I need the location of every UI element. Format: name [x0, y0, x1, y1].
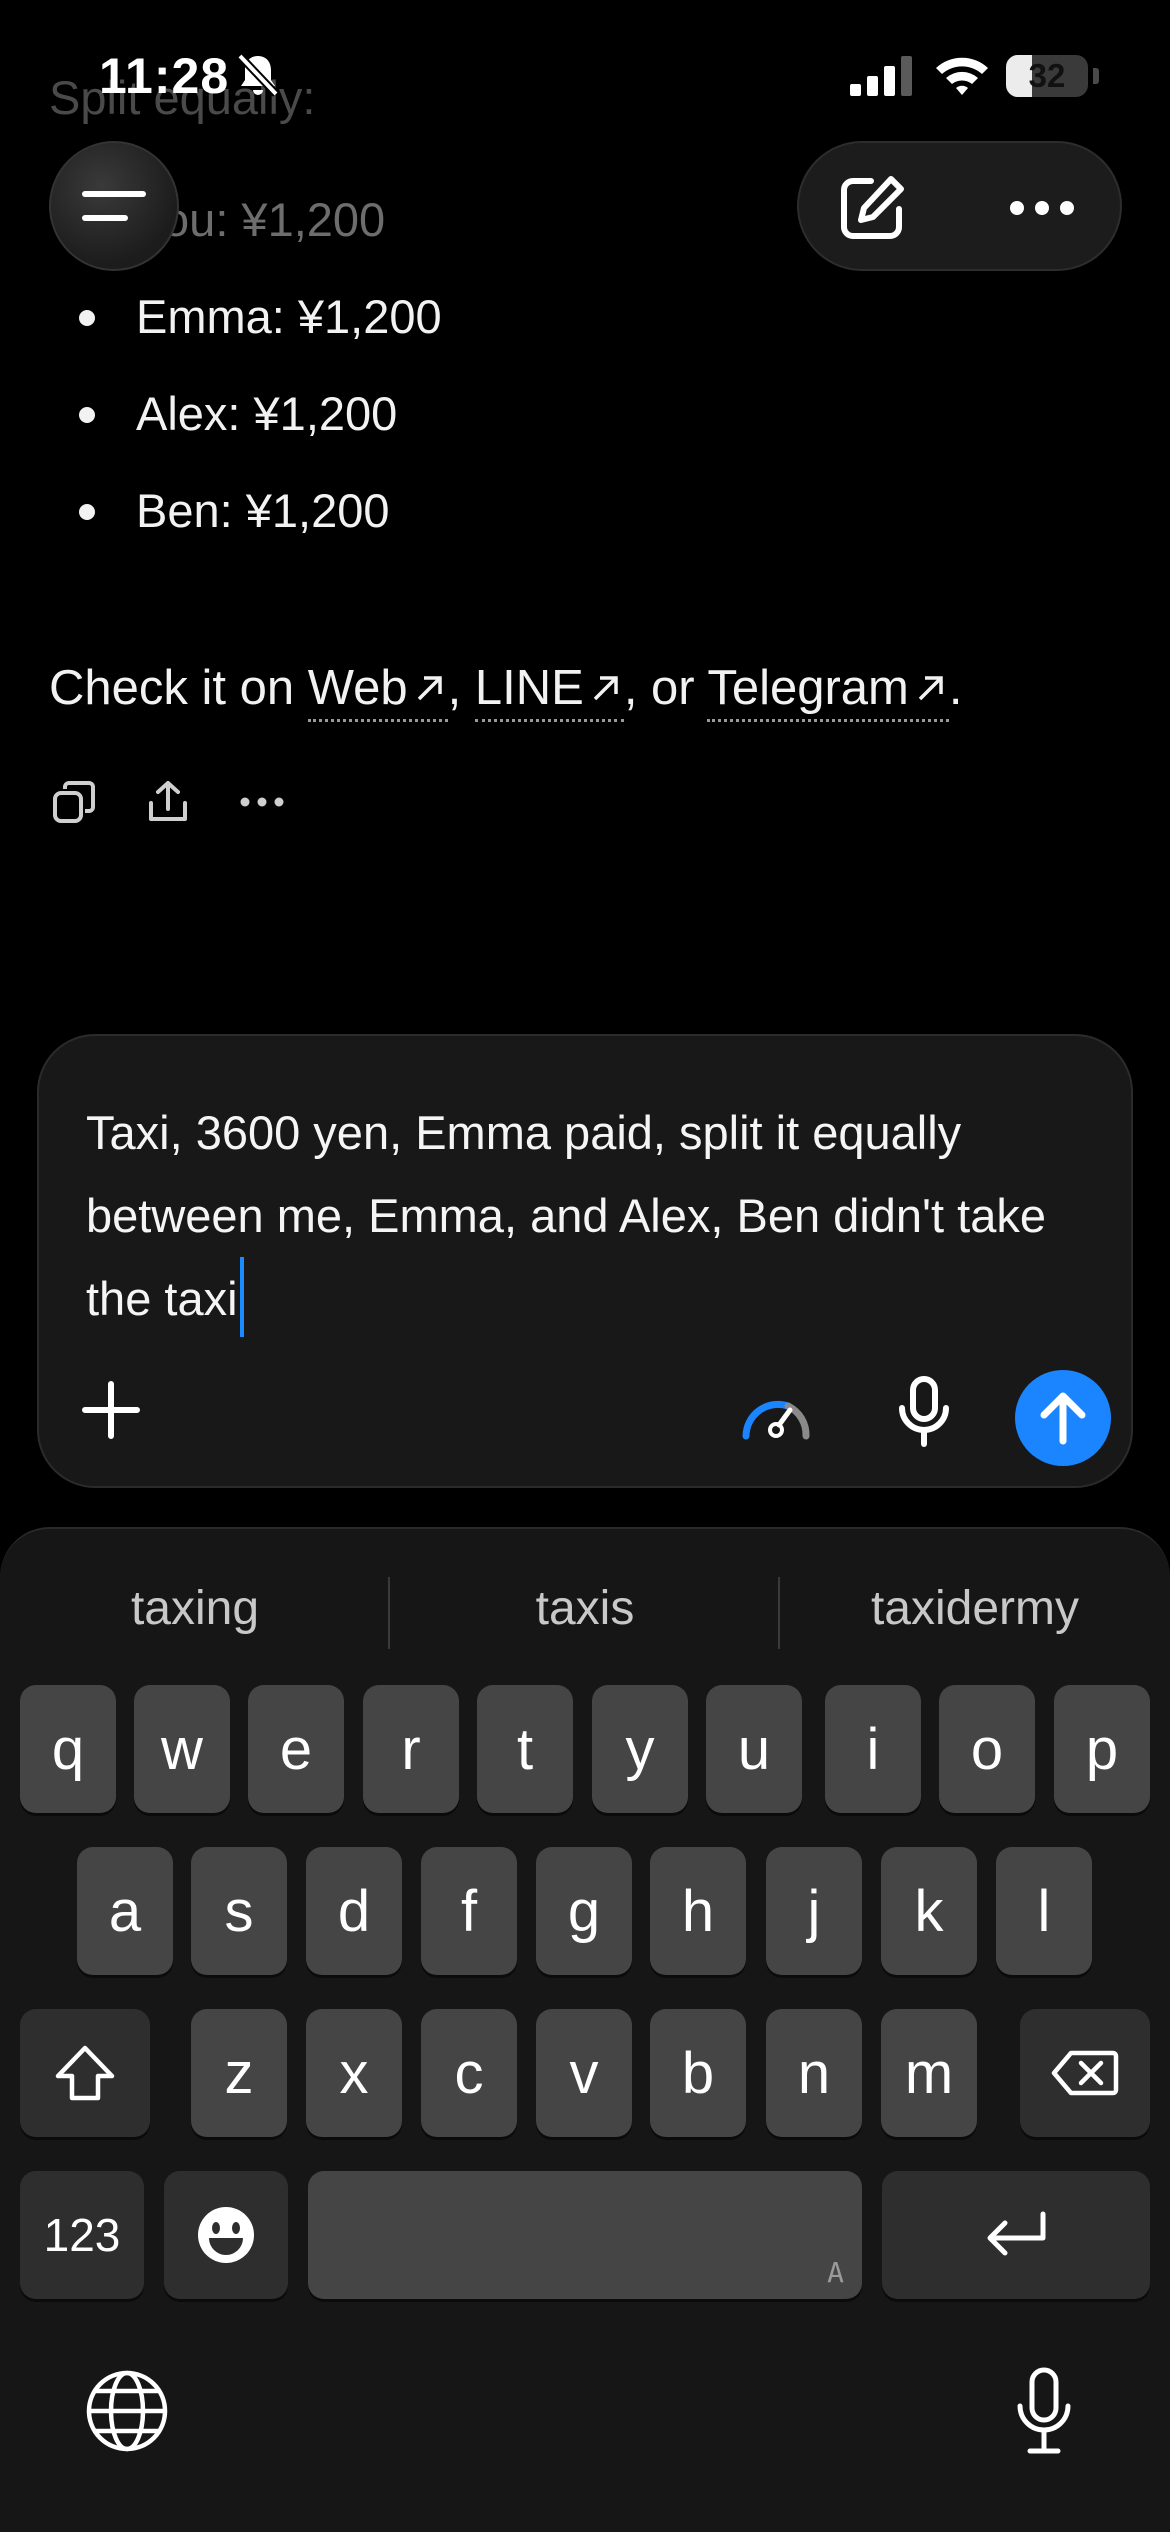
key-z[interactable]: z [191, 2009, 287, 2137]
external-arrow-icon [593, 676, 618, 701]
key-t[interactable]: t [477, 1685, 573, 1813]
wifi-icon [936, 57, 988, 95]
compose-icon [841, 176, 904, 239]
key-u[interactable]: u [706, 1685, 802, 1813]
key-s[interactable]: s [191, 1847, 287, 1975]
return-icon [987, 2211, 1046, 2256]
list-item: Alex: ¥1,200 [0, 374, 700, 471]
numbers-key[interactable]: 123 [20, 2171, 144, 2299]
cellular-signal-icon [850, 56, 912, 96]
key-q[interactable]: q [20, 1685, 116, 1813]
shift-key[interactable] [20, 2009, 150, 2137]
key-c[interactable]: c [421, 2009, 517, 2137]
emoji-icon [198, 2207, 254, 2263]
ellipsis-icon [1010, 201, 1074, 215]
key-r[interactable]: r [363, 1685, 459, 1813]
backspace-key[interactable] [1020, 2009, 1150, 2137]
key-f[interactable]: f [421, 1847, 517, 1975]
key-v[interactable]: v [536, 2009, 632, 2137]
key-a[interactable]: a [77, 1847, 173, 1975]
voice-input-button[interactable] [884, 1372, 964, 1452]
suggestion-divider [778, 1577, 780, 1649]
ellipsis-icon [240, 797, 284, 807]
line-link-label: LINE [474, 661, 584, 715]
send-button[interactable] [1015, 1370, 1111, 1466]
plus-icon [82, 1381, 140, 1439]
key-o[interactable]: o [939, 1685, 1035, 1813]
suggestion-item[interactable]: taxidermy [780, 1569, 1170, 1649]
dictation-button[interactable] [999, 2361, 1089, 2461]
microphone-icon [1017, 2367, 1071, 2454]
suggestion-bar: taxing taxis taxidermy [0, 1569, 1170, 1649]
emoji-key[interactable] [164, 2171, 288, 2299]
text-caret [239, 1257, 244, 1337]
key-y[interactable]: y [592, 1685, 688, 1813]
globe-icon [86, 2370, 168, 2452]
share-button[interactable] [142, 776, 194, 828]
web-link-label: Web [307, 661, 408, 715]
status-bar: 11:28 32 [0, 0, 1170, 150]
key-h[interactable]: h [650, 1847, 746, 1975]
onscreen-keyboard: taxing taxis taxidermy q w e r t y u i o… [0, 1527, 1170, 2532]
space-key[interactable]: A [308, 2171, 862, 2299]
attach-button[interactable] [75, 1374, 147, 1446]
sidebar-menu-button[interactable] [49, 141, 179, 271]
more-options-button[interactable] [999, 165, 1085, 251]
key-l[interactable]: l [996, 1847, 1092, 1975]
microphone-icon [899, 1376, 949, 1447]
bell-slash-icon [237, 53, 279, 97]
battery-indicator: 32 [1006, 55, 1088, 97]
list-item: Emma: ¥1,200 [0, 277, 700, 374]
menu-icon [82, 191, 146, 221]
key-e[interactable]: e [248, 1685, 344, 1813]
more-actions-button[interactable] [236, 776, 288, 828]
copy-icon [53, 781, 95, 823]
shift-icon [55, 2045, 115, 2101]
key-g[interactable]: g [536, 1847, 632, 1975]
space-key-hint: A [827, 2256, 844, 2289]
key-d[interactable]: d [306, 1847, 402, 1975]
key-p[interactable]: p [1054, 1685, 1150, 1813]
suggestion-item[interactable]: taxing [0, 1569, 390, 1649]
external-arrow-icon [417, 676, 442, 701]
return-key[interactable] [882, 2171, 1150, 2299]
suggestion-item[interactable]: taxis [390, 1569, 780, 1649]
keyboard-switch-button[interactable] [82, 2366, 172, 2456]
key-k[interactable]: k [881, 1847, 977, 1975]
message-input[interactable]: Taxi, 3600 yen, Emma paid, split it equa… [86, 1091, 1096, 1340]
key-i[interactable]: i [825, 1685, 921, 1813]
message-composer: Taxi, 3600 yen, Emma paid, split it equa… [37, 1034, 1133, 1488]
battery-cap [1093, 68, 1099, 84]
copy-button[interactable] [48, 776, 100, 828]
top-actions-pill [797, 141, 1122, 271]
key-w[interactable]: w [134, 1685, 230, 1813]
external-arrow-icon [918, 676, 943, 701]
key-j[interactable]: j [766, 1847, 862, 1975]
backspace-icon [1051, 2050, 1119, 2096]
message-input-text: Taxi, 3600 yen, Emma paid, split it equa… [86, 1106, 1046, 1325]
key-m[interactable]: m [881, 2009, 977, 2137]
status-time: 11:28 [99, 48, 230, 104]
telegram-link[interactable]: Telegram [707, 661, 949, 722]
key-x[interactable]: x [306, 2009, 402, 2137]
battery-level: 32 [1028, 57, 1066, 94]
arrow-up-icon [1040, 1392, 1086, 1445]
share-icon [149, 781, 187, 821]
message-actions [48, 776, 288, 828]
line-link[interactable]: LINE [474, 661, 624, 722]
telegram-link-label: Telegram [707, 661, 909, 715]
list-item: Ben: ¥1,200 [0, 471, 700, 568]
key-b[interactable]: b [650, 2009, 746, 2137]
separator: , [447, 661, 462, 715]
gauge-icon [742, 1400, 810, 1440]
new-chat-button[interactable] [829, 165, 915, 251]
web-link[interactable]: Web [307, 661, 448, 722]
suggestion-divider [388, 1577, 390, 1649]
key-n[interactable]: n [766, 2009, 862, 2137]
speed-mode-button[interactable] [734, 1376, 818, 1448]
separator: , or [623, 661, 695, 715]
check-links-line: Check it on Web, LINE , or Telegram. [49, 650, 963, 726]
period: . [948, 661, 963, 715]
check-prefix: Check it on [49, 661, 295, 715]
